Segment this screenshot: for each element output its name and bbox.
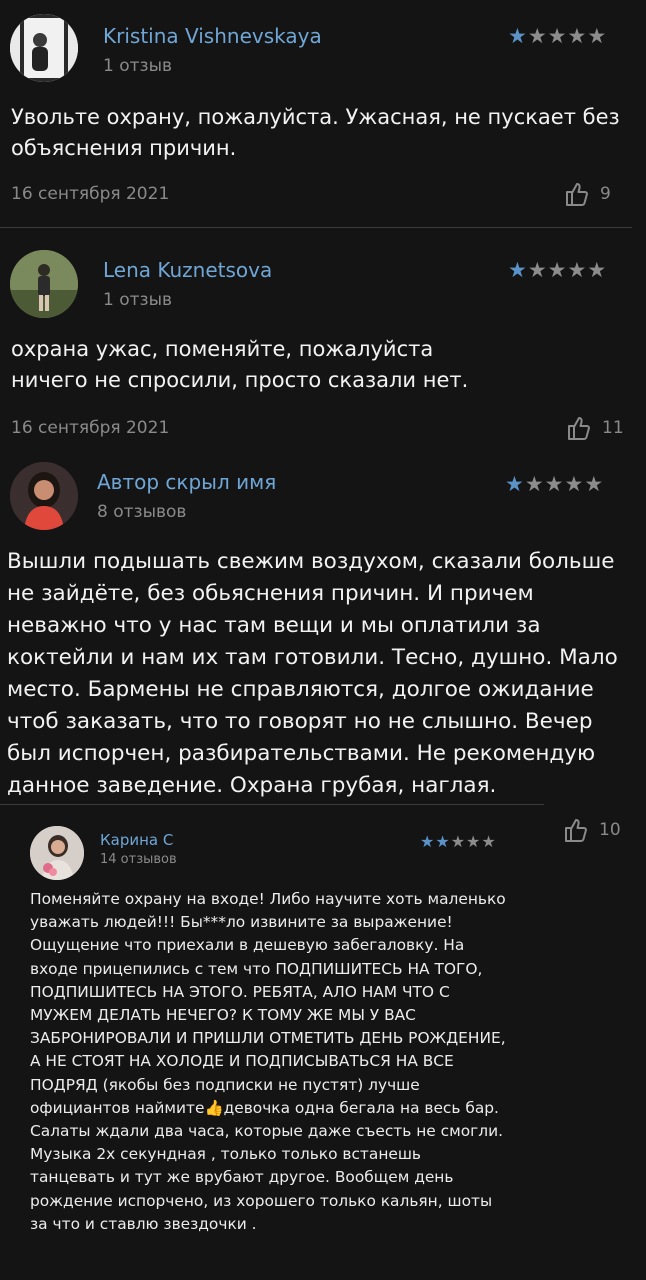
- author-review-count: 8 отзывов: [97, 502, 187, 522]
- thumb-up-icon: [568, 417, 590, 440]
- star-icon: ★: [524, 472, 545, 496]
- author-review-count: 1 отзыв: [103, 290, 173, 310]
- author-name[interactable]: Kristina Vishnevskaya: [103, 24, 322, 48]
- review-text-line: ничего не спросили, просто сказали нет.: [11, 368, 469, 392]
- star-icon: ★: [450, 832, 467, 851]
- review-text: Поменяйте охрану на входе! Либо научите …: [30, 888, 510, 1236]
- rating-stars: ★★★★★: [505, 472, 604, 496]
- author-name[interactable]: Карина С: [100, 831, 173, 849]
- review-card: Kristina Vishnevskaya 1 отзыв ★★★★★ Увол…: [0, 0, 646, 232]
- star-icon: ★: [466, 832, 482, 851]
- author-review-count: 1 отзыв: [103, 56, 173, 76]
- rating-stars: ★★★★★: [420, 832, 497, 851]
- review-card: Автор скрыл имя 8 отзывов ★★★★★ Вышли по…: [0, 456, 646, 808]
- thumb-up-icon: [566, 183, 588, 206]
- star-icon: ★: [508, 24, 528, 48]
- avatar[interactable]: [10, 14, 78, 82]
- review-text: охрана ужас, поменяйте, пожалуйста ничег…: [11, 334, 631, 396]
- like-count: 9: [600, 184, 611, 204]
- star-icon: ★: [420, 832, 436, 851]
- review-text: Вышли подышать свежим воздухом, сказали …: [7, 549, 618, 798]
- review-card: Карина С 14 отзывов ★★★★★ 10 Поменяйте о…: [0, 808, 646, 1280]
- star-icon: ★: [527, 258, 548, 282]
- thumb-up-icon: [565, 819, 587, 842]
- review-date: 16 сентября 2021: [11, 418, 170, 438]
- review-text-part: Поменяйте охрану на входе! Либо научите …: [30, 890, 506, 1117]
- star-icon: ★: [481, 832, 497, 851]
- divider: [0, 804, 544, 805]
- rating-stars: ★★★★★: [508, 24, 607, 48]
- avatar[interactable]: [10, 462, 78, 530]
- star-icon: ★: [435, 832, 451, 851]
- avatar[interactable]: [10, 250, 78, 318]
- star-icon: ★: [587, 24, 608, 48]
- review-text-line: охрана ужас, поменяйте, пожалуйста: [11, 337, 434, 361]
- star-icon: ★: [505, 472, 525, 496]
- star-icon: ★: [587, 258, 608, 282]
- star-icon: ★: [584, 472, 605, 496]
- star-icon: ★: [527, 24, 548, 48]
- author-name[interactable]: Автор скрыл имя: [97, 470, 276, 494]
- like-count: 11: [602, 418, 624, 438]
- star-icon: ★: [547, 24, 568, 48]
- review-text: Увольте охрану, пожалуйста. Ужасная, не …: [11, 105, 620, 160]
- like-button[interactable]: 9: [566, 182, 611, 206]
- star-icon: ★: [567, 258, 588, 282]
- avatar[interactable]: [30, 826, 84, 880]
- star-icon: ★: [508, 258, 528, 282]
- star-icon: ★: [567, 24, 588, 48]
- author-name[interactable]: Lena Kuznetsova: [103, 258, 272, 282]
- like-button[interactable]: 11: [568, 416, 624, 440]
- divider: [0, 227, 632, 228]
- like-count: 10: [599, 820, 621, 840]
- author-review-count: 14 отзывов: [100, 852, 177, 867]
- like-button[interactable]: 10: [565, 818, 621, 842]
- review-date: 16 сентября 2021: [11, 184, 170, 204]
- star-icon: ★: [547, 258, 568, 282]
- review-text-part: девочка одна бегала на весь бар. Салаты …: [30, 1098, 503, 1233]
- rating-stars: ★★★★★: [508, 258, 607, 282]
- star-icon: ★: [564, 472, 585, 496]
- thumbs-up-emoji: 👍: [204, 1098, 224, 1117]
- review-card: Lena Kuznetsova 1 отзыв ★★★★★ охрана ужа…: [0, 232, 646, 464]
- star-icon: ★: [544, 472, 565, 496]
